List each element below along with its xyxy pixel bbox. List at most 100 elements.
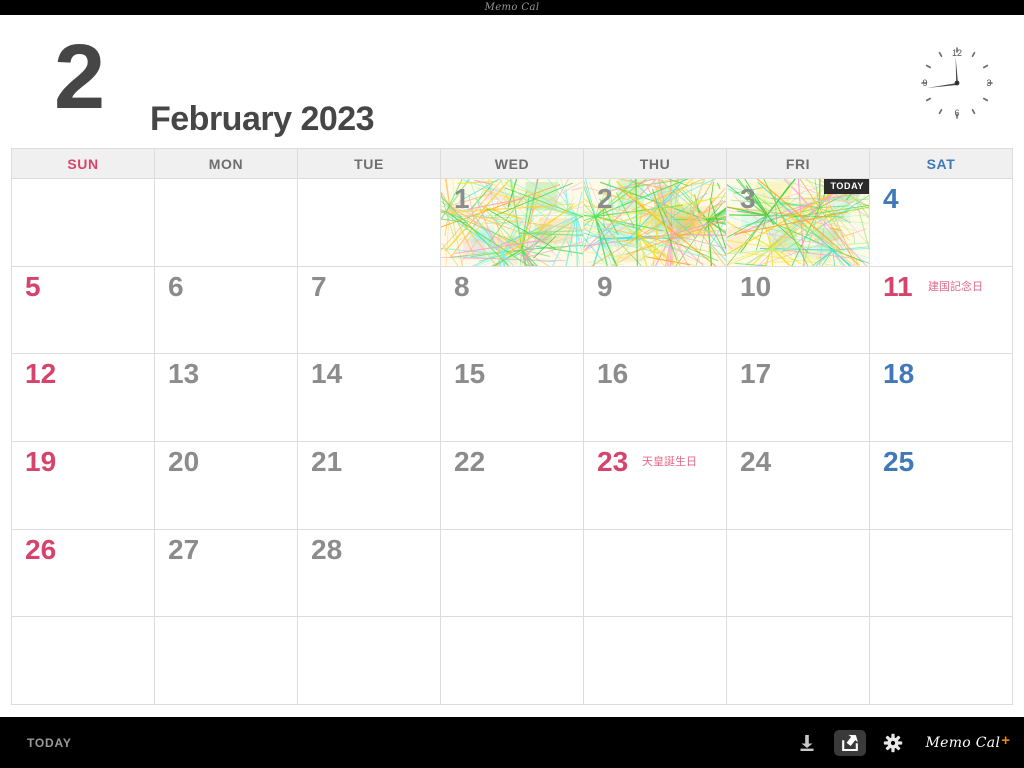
bottom-toolbar: TODAY Memo Cal + [0, 717, 1024, 768]
weekday-header-tue: TUE [298, 149, 441, 178]
today-button[interactable]: TODAY [27, 736, 72, 750]
day-cell-21[interactable]: 21 [298, 442, 441, 529]
day-cell-19[interactable]: 19 [12, 442, 155, 529]
day-number: 20 [168, 446, 200, 478]
clock-minute-hand [955, 57, 958, 83]
day-number: 13 [168, 358, 200, 390]
day-cell-9[interactable]: 9 [584, 266, 727, 354]
clock-num-12: 12 [952, 48, 962, 58]
day-cell-28[interactable]: 28 [298, 529, 441, 617]
day-number: 26 [25, 533, 57, 565]
day-cell-27[interactable]: 27 [155, 529, 298, 617]
day-cell-23[interactable]: 23 天皇誕生日 [584, 442, 727, 529]
day-cell-17[interactable]: 17 [727, 354, 870, 442]
share-icon[interactable] [833, 729, 866, 756]
day-cell-24[interactable]: 24 [727, 442, 870, 529]
day-number: 15 [454, 358, 486, 390]
status-bar-title: Memo Cal [484, 2, 540, 13]
day-cell-empty[interactable] [12, 617, 155, 705]
clock-num-3: 3 [986, 78, 991, 88]
day-cell-empty[interactable] [727, 529, 870, 617]
day-number: 23 [597, 446, 629, 478]
day-cell-15[interactable]: 15 [441, 354, 584, 442]
weekday-header-row: SUN MON TUE WED THU FRI SAT [12, 149, 1012, 179]
brand-plus-icon: + [1001, 731, 1010, 749]
day-cell-14[interactable]: 14 [298, 354, 441, 442]
day-cell-25[interactable]: 25 [870, 442, 1012, 529]
day-cell-6[interactable]: 6 [155, 266, 298, 354]
day-number: 1 [454, 183, 470, 214]
brand-text: Memo Cal [925, 734, 1001, 751]
day-number: 3 [740, 183, 756, 214]
day-cell-empty[interactable] [441, 617, 584, 705]
day-cell-empty[interactable] [155, 617, 298, 705]
calendar-week-row [12, 617, 1012, 705]
day-number: 25 [883, 446, 915, 478]
day-cell-4[interactable]: 4 [870, 179, 1012, 266]
day-cell-empty[interactable] [298, 179, 441, 266]
day-number: 22 [454, 446, 486, 478]
analog-clock-widget[interactable]: 12 3 6 9 [913, 39, 1001, 127]
day-number: 5 [25, 270, 41, 302]
day-number: 11 [883, 270, 913, 302]
holiday-label: 建国記念日 [928, 279, 983, 293]
day-cell-18[interactable]: 18 [870, 354, 1012, 442]
status-bar: Memo Cal [0, 0, 1024, 15]
day-number: 16 [597, 358, 629, 390]
calendar-week-row: 5 6 7 8 9 10 11 建国記念日 [12, 266, 1012, 355]
calendar-week-row: 19 20 21 22 23 天皇誕生日 24 25 [12, 442, 1012, 530]
day-number: 18 [883, 358, 915, 390]
day-cell-12[interactable]: 12 [12, 354, 155, 442]
day-cell-13[interactable]: 13 [155, 354, 298, 442]
day-cell-20[interactable]: 20 [155, 442, 298, 529]
day-number: 21 [311, 446, 343, 478]
day-cell-8[interactable]: 8 [441, 266, 584, 354]
weekday-header-sun: SUN [12, 149, 155, 178]
calendar-grid: SUN MON TUE WED THU FRI SAT 1 2 TODAY 3 4 5 6 7 8 9 10 11… [11, 148, 1013, 705]
stamp-icon[interactable] [794, 730, 820, 756]
holiday-label: 天皇誕生日 [642, 455, 697, 469]
day-number: 7 [311, 270, 327, 302]
gear-icon[interactable] [880, 730, 906, 756]
month-year-label: February 2023 [150, 100, 375, 138]
day-number: 9 [597, 270, 613, 302]
day-cell-empty[interactable] [727, 617, 870, 705]
day-cell-3[interactable]: TODAY 3 [727, 179, 870, 266]
day-number: 19 [25, 446, 57, 478]
day-cell-empty[interactable] [870, 529, 1012, 617]
weekday-header-fri: FRI [727, 149, 870, 178]
calendar-week-row: 26 27 28 [12, 529, 1012, 618]
day-cell-empty[interactable] [12, 179, 155, 266]
day-number: 28 [311, 533, 343, 565]
day-cell-empty[interactable] [584, 529, 727, 617]
calendar-header: 2 February 2023 12 3 6 9 [0, 15, 1024, 148]
day-cell-5[interactable]: 5 [12, 266, 155, 354]
day-cell-11[interactable]: 11 建国記念日 [870, 266, 1012, 354]
day-cell-16[interactable]: 16 [584, 354, 727, 442]
month-number: 2 [54, 26, 105, 128]
day-cell-empty[interactable] [155, 179, 298, 266]
day-cell-empty[interactable] [441, 529, 584, 617]
clock-num-9: 9 [922, 78, 927, 88]
day-cell-1[interactable]: 1 [441, 179, 584, 266]
clock-center-pin [954, 80, 960, 86]
calendar-week-row: 12 13 14 15 16 17 18 [12, 354, 1012, 443]
day-number: 10 [740, 270, 772, 302]
day-cell-26[interactable]: 26 [12, 529, 155, 617]
day-cell-22[interactable]: 22 [441, 442, 584, 529]
day-number: 12 [25, 358, 57, 390]
day-cell-7[interactable]: 7 [298, 266, 441, 354]
memo-cal-plus-brand[interactable]: Memo Cal + [925, 731, 1010, 751]
day-cell-empty[interactable] [584, 617, 727, 705]
calendar-week-row: 1 2 TODAY 3 4 [12, 179, 1012, 267]
day-cell-empty[interactable] [298, 617, 441, 705]
day-cell-empty[interactable] [870, 617, 1012, 705]
clock-num-6: 6 [954, 108, 959, 118]
today-badge: TODAY [824, 179, 869, 194]
day-number: 14 [311, 358, 343, 390]
day-cell-10[interactable]: 10 [727, 266, 870, 354]
day-cell-2[interactable]: 2 [584, 179, 727, 266]
weekday-header-mon: MON [155, 149, 298, 178]
day-number: 17 [740, 358, 772, 390]
day-number: 27 [168, 533, 200, 565]
